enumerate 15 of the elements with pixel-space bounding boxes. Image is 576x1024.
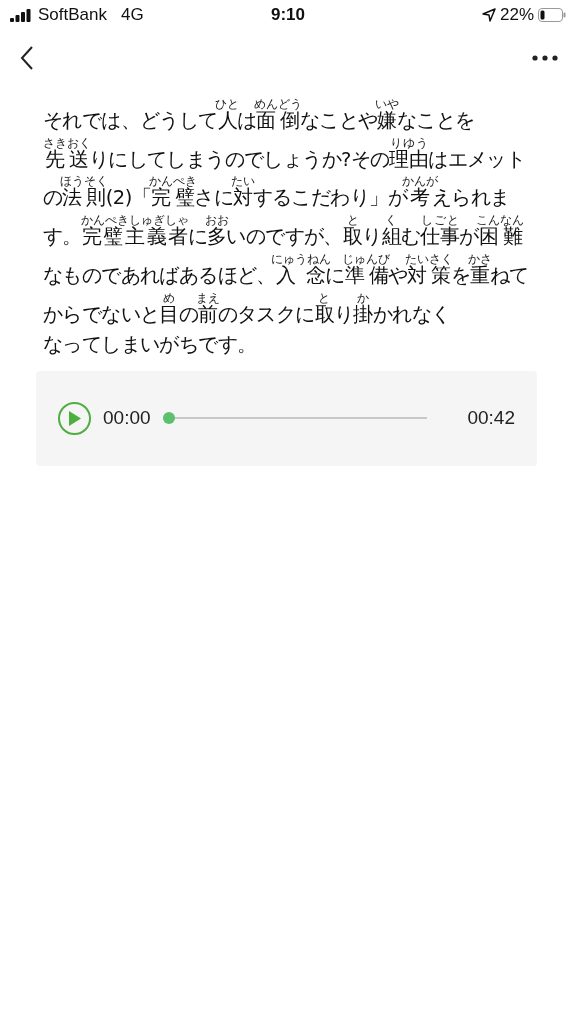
location-arrow-icon: [481, 8, 496, 22]
battery-percent: 22%: [499, 5, 534, 25]
more-button[interactable]: [532, 55, 558, 61]
play-icon: [68, 410, 81, 426]
signal-icon: [10, 8, 32, 22]
play-button[interactable]: [58, 401, 91, 435]
carrier-name: SoftBank: [38, 5, 107, 25]
network-type: 4G: [121, 5, 144, 25]
current-time: 00:00: [103, 407, 151, 430]
progress-thumb[interactable]: [162, 412, 175, 425]
duration-time: 00:42: [467, 407, 515, 430]
battery-icon: [538, 8, 566, 22]
back-button[interactable]: [20, 45, 34, 71]
article-paragraph: それでは、どうして人 ひと は面倒 めんどう なことや嫌 いや なことを 先送 さきおく りにしてしまうのでしょうか?その理由 りゆう はエメット の法則 ほうそく (2)「完璧 かんぺき さに対 たい するこだわり」が考 かんが えられま す。完璧主義者 かんぺきしゅぎしゃ に多 おお いのですが、取 と り 組 く む仕事 しごと が困難 こんなん なものであればあるほど、入念 にゅうねん に準備 じゅんび や対策 たいさく を重 かさ ねて からでないと 目 め の前 まえ のタスクに取 と り掛 か かれなく なってしまいがちです。: [43, 96, 529, 359]
clock-time: 9:10: [271, 5, 305, 25]
